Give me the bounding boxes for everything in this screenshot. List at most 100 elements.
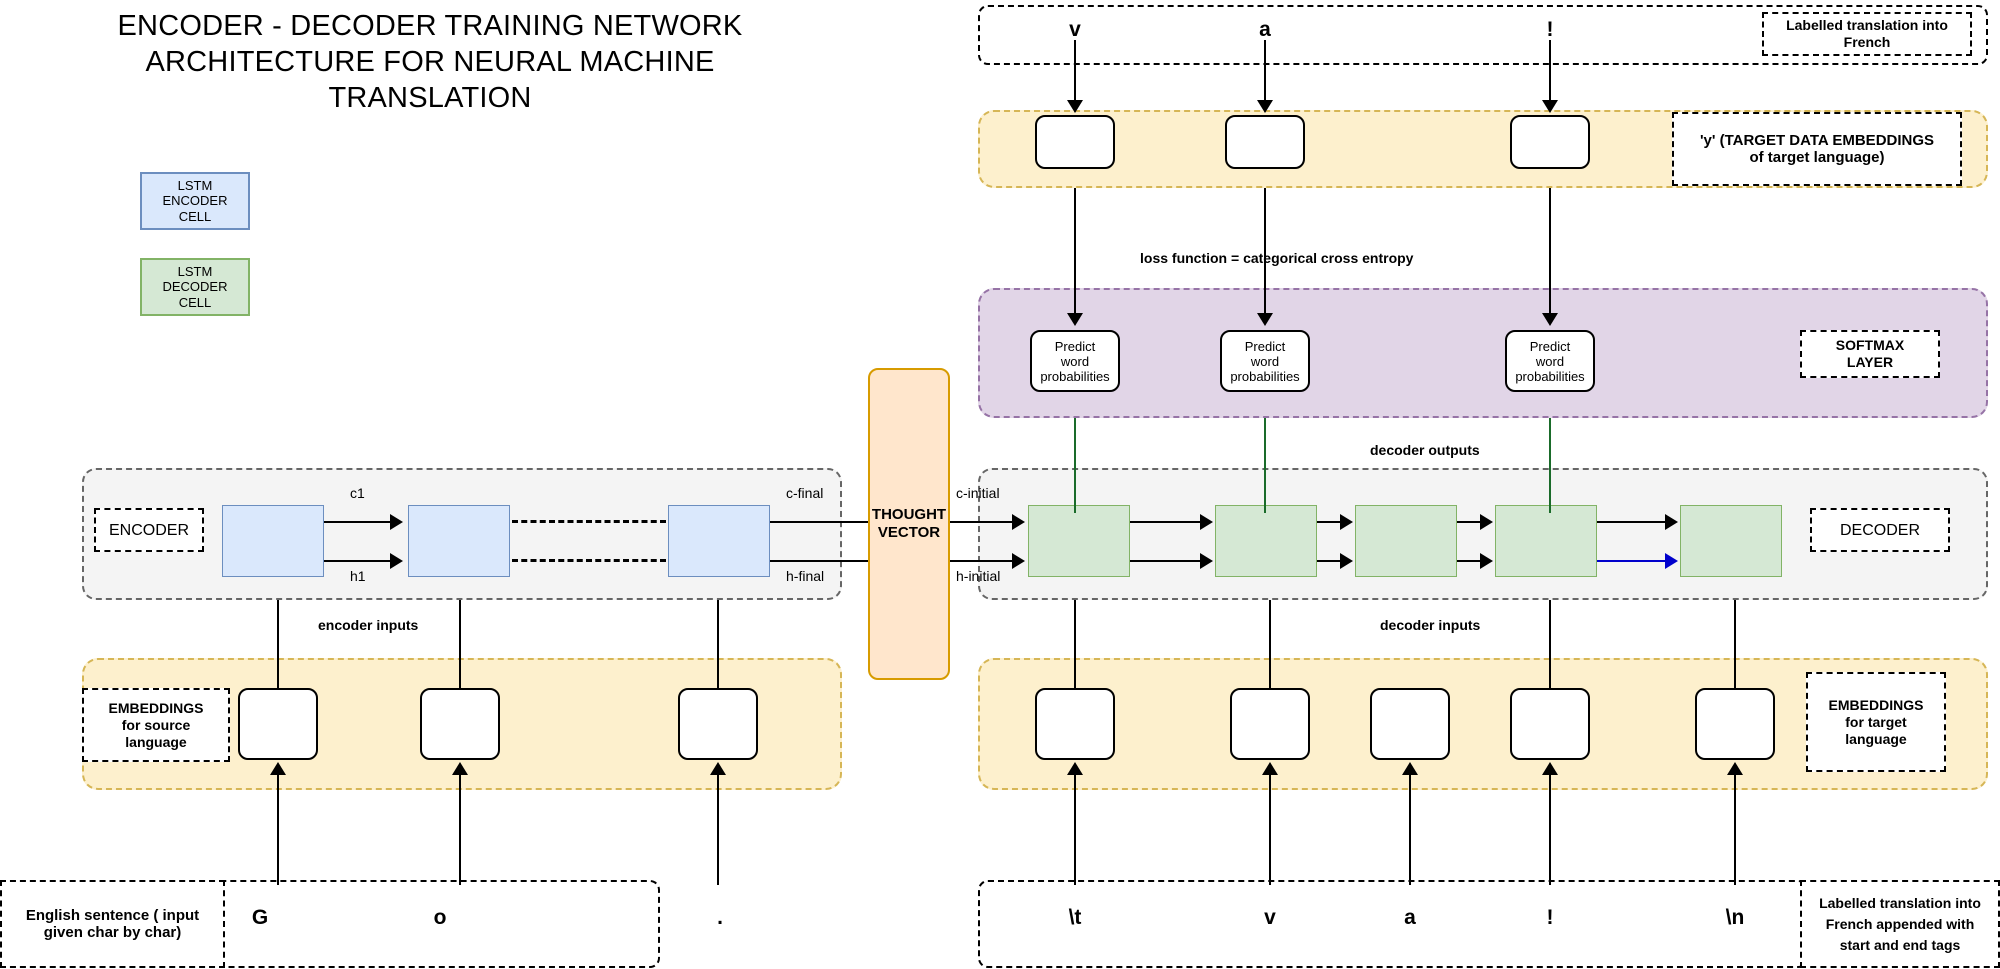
encoder-cell-1 — [408, 505, 510, 577]
target-sentence-top-label: Labelled translation into French — [1762, 12, 1972, 56]
decoder-state-c-arrow-2 — [1480, 514, 1493, 530]
predict-box-0-line2: word — [1060, 353, 1090, 369]
decoder-cell-0 — [1028, 505, 1130, 577]
target-embedding-top-box-0 — [1035, 115, 1115, 169]
arrow-head-source-1 — [452, 762, 468, 775]
encoder-skip-dash-c — [512, 520, 666, 523]
predict-word-probabilities-1: Predict word probabilities — [1220, 330, 1310, 392]
arrow-head-target-in-0 — [1067, 762, 1083, 775]
target-top-char-2: ! — [1546, 18, 1554, 41]
target-embedding-bottom-box-0 — [1035, 688, 1115, 760]
decoder-input-char-0: \t — [1068, 906, 1082, 929]
predict-box-2-line3: probabilities — [1515, 368, 1585, 384]
softmax-label-line1: SOFTMAX — [1835, 337, 1905, 353]
target-top-char-1: a — [1259, 18, 1271, 41]
source-embeddings-label-line1: EMBEDDINGS — [108, 699, 204, 716]
decoder-state-c-arrow-3 — [1665, 514, 1678, 530]
target-sentence-top-line2: French — [1843, 34, 1891, 50]
predict-box-1-line2: word — [1250, 353, 1280, 369]
arrow-head-loss-2 — [1542, 313, 1558, 326]
source-sentence-label-line1: English sentence ( input — [25, 907, 200, 924]
target-embedding-top-box-2 — [1510, 115, 1590, 169]
legend-encoder-line2: CELL — [178, 208, 212, 224]
arrow-head-loss-0 — [1067, 313, 1083, 326]
arrow-head-target-top-0 — [1067, 100, 1083, 113]
thought-vector-line1: THOUGHT — [871, 506, 947, 523]
decoder-state-h-arrow-3 — [1665, 553, 1678, 569]
thought-vector-line2: VECTOR — [877, 524, 941, 541]
target-top-char-0: v — [1069, 18, 1081, 41]
target-sentence-bottom-line2: French appended with — [1825, 915, 1975, 932]
decoder-region-label: DECODER — [1810, 508, 1950, 552]
encoder-skip-dash-h — [512, 559, 666, 562]
target-sentence-bottom-line3: start and end tags — [1839, 936, 1961, 953]
arrow-line-target-in-2 — [1408, 775, 1412, 885]
arrow-head-target-top-1 — [1257, 100, 1273, 113]
predict-box-1-line1: Predict — [1244, 338, 1286, 354]
arrow-line-target-in-0 — [1073, 775, 1077, 885]
source-sentence-label: English sentence ( input given char by c… — [0, 880, 225, 968]
legend-decoder-line1: LSTM DECODER — [162, 264, 228, 295]
predict-box-1-line3: probabilities — [1230, 368, 1300, 384]
arrow-head-target-top-2 — [1542, 100, 1558, 113]
legend-decoder-line2: CELL — [178, 294, 212, 310]
decoder-hinitial-label: h-initial — [956, 568, 1001, 584]
decoder-cinitial-arrow — [1012, 514, 1025, 530]
decoder-state-c-line-1 — [1317, 521, 1342, 524]
encoder-cfinal-line — [770, 521, 876, 524]
arrow-head-target-in-3 — [1542, 762, 1558, 775]
source-embeddings-label-line3: language — [125, 733, 187, 750]
encoder-c1-label: c1 — [350, 485, 365, 501]
target-embeddings-top-line2: of target language) — [1749, 149, 1885, 166]
arrow-line-loss-2 — [1548, 185, 1552, 315]
target-embedding-bottom-box-2 — [1370, 688, 1450, 760]
encoder-cell-0 — [222, 505, 324, 577]
decoder-state-h-line-1 — [1317, 560, 1342, 563]
decoder-input-char-4: \n — [1725, 906, 1745, 929]
encoder-h1-label: h1 — [350, 568, 366, 584]
arrow-head-target-in-1 — [1262, 762, 1278, 775]
encoder-cfinal-label: c-final — [786, 485, 824, 501]
target-embeddings-bottom-line2: for target — [1845, 713, 1907, 730]
target-sentence-bottom-line1: Labelled translation into — [1819, 894, 1981, 911]
arrow-line-loss-0 — [1073, 185, 1077, 315]
target-embedding-bottom-box-3 — [1510, 688, 1590, 760]
decoder-cinitial-label: c-initial — [956, 485, 1000, 501]
arrow-line-loss-1 — [1263, 185, 1267, 315]
decoder-input-char-3: ! — [1546, 906, 1554, 929]
target-embedding-bottom-box-1 — [1230, 688, 1310, 760]
target-embeddings-bottom-label: EMBEDDINGS for target language — [1806, 672, 1946, 772]
encoder-region-label-text: ENCODER — [108, 521, 189, 539]
decoder-state-c-line-2 — [1457, 521, 1482, 524]
target-sentence-bottom-label: Labelled translation into French appende… — [1800, 880, 2000, 968]
encoder-c1-line — [324, 521, 392, 524]
arrow-line-source-0 — [276, 775, 280, 885]
decoder-hinitial-arrow — [1012, 553, 1025, 569]
encoder-region-label: ENCODER — [94, 508, 204, 552]
decoder-hinitial-line — [950, 560, 1014, 563]
predict-box-2-line1: Predict — [1529, 338, 1571, 354]
source-sentence-label-line2: given char by char) — [43, 924, 182, 941]
predict-box-2-line2: word — [1535, 353, 1565, 369]
predict-word-probabilities-2: Predict word probabilities — [1505, 330, 1595, 392]
encoder-inputs-label: encoder inputs — [318, 617, 419, 633]
decoder-state-h-line-0 — [1130, 560, 1202, 563]
target-embeddings-top-label: 'y' (TARGET DATA EMBEDDINGS of target la… — [1672, 112, 1962, 186]
source-embeddings-label-line2: for source — [121, 716, 191, 733]
target-embedding-top-box-1 — [1225, 115, 1305, 169]
decoder-input-char-1: v — [1264, 906, 1276, 929]
page-title: ENCODER - DECODER TRAINING NETWORK ARCHI… — [117, 10, 743, 114]
encoder-h1-line — [324, 560, 392, 563]
predict-word-probabilities-0: Predict word probabilities — [1030, 330, 1120, 392]
arrow-line-target-in-3 — [1548, 775, 1552, 885]
legend-lstm-decoder-cell: LSTM DECODER CELL — [140, 258, 250, 316]
legend-lstm-encoder-cell: LSTM ENCODER CELL — [140, 172, 250, 230]
encoder-cell-2 — [668, 505, 770, 577]
thought-vector-box: THOUGHT VECTOR — [868, 368, 950, 680]
decoder-state-h-line-3 — [1597, 560, 1667, 563]
decoder-cell-4 — [1680, 505, 1782, 577]
decoder-state-h-line-2 — [1457, 560, 1482, 563]
arrow-head-target-in-4 — [1727, 762, 1743, 775]
predict-box-0-line1: Predict — [1054, 338, 1096, 354]
decoder-inputs-label: decoder inputs — [1380, 617, 1481, 633]
